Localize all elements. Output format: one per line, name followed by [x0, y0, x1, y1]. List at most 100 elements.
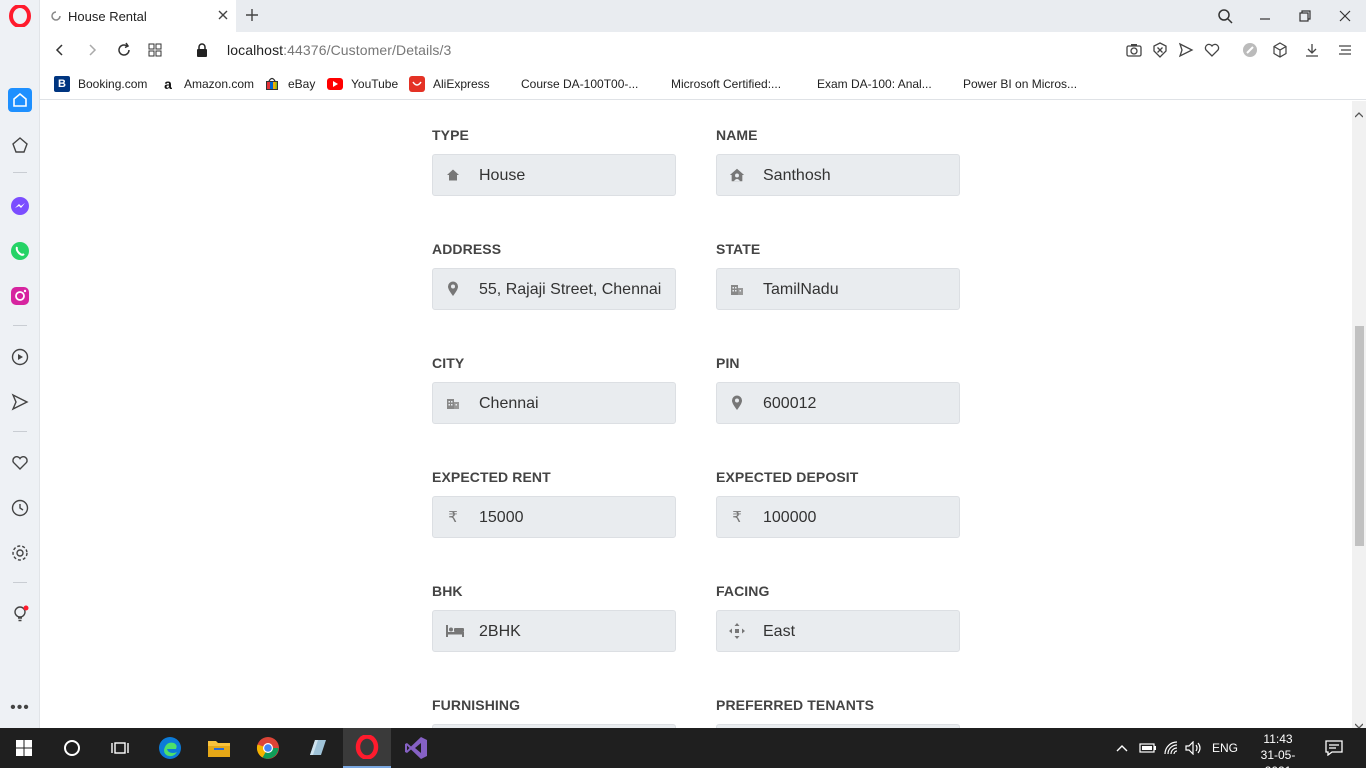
tiles-grid-icon[interactable] [146, 41, 164, 59]
map-marker-icon [445, 281, 461, 297]
ad-blocker-icon[interactable] [1151, 41, 1169, 59]
download-icon[interactable] [1303, 41, 1321, 59]
forward-arrow-icon[interactable] [83, 41, 101, 59]
bookmark-label: Course DA-100T00-... [521, 77, 639, 91]
bookmark-heart-icon[interactable] [1203, 41, 1221, 59]
url-field[interactable]: localhost:44376/Customer/Details/3 [227, 42, 451, 58]
extensions-cube-icon[interactable] [1271, 41, 1289, 59]
send-icon[interactable] [8, 390, 32, 414]
chrome-icon[interactable] [244, 728, 292, 768]
windows-taskbar: ENG 11:43 31-05-2021 [0, 728, 1366, 768]
lock-icon[interactable] [193, 41, 211, 59]
opera-logo-icon[interactable] [8, 4, 32, 28]
field-label-furnishing: FURNISHING [432, 697, 521, 713]
home-icon [445, 167, 461, 183]
bookmark-power-bi[interactable]: Power BI on Micros... [939, 75, 1077, 93]
loading-spinner-icon [50, 10, 62, 22]
wifi-icon[interactable] [1160, 728, 1184, 768]
language-indicator[interactable]: ENG [1212, 741, 1238, 755]
snapshot-camera-icon[interactable] [1125, 41, 1143, 59]
whatsapp-icon[interactable] [8, 239, 32, 263]
tray-expand-chevron-icon[interactable] [1110, 728, 1134, 768]
search-tabs-icon[interactable] [1215, 6, 1235, 26]
bookmark-amazon[interactable]: a Amazon.com [160, 75, 254, 93]
volume-speaker-icon[interactable] [1182, 728, 1206, 768]
tab-title: House Rental [68, 8, 147, 24]
bookmark-label: Booking.com [78, 77, 148, 91]
bookmark-booking[interactable]: B Booking.com [54, 75, 147, 93]
bookmark-aliexpress[interactable]: AliExpress [409, 75, 490, 93]
details-page: TYPE House NAME Santhosh ADDRESS 55, Raj… [40, 101, 1352, 728]
app-notes-icon[interactable] [293, 728, 341, 768]
amazon-icon: a [164, 76, 172, 92]
scroll-down-arrow-icon[interactable] [1354, 716, 1364, 729]
field-expected-deposit: ₹ 100000 [716, 496, 960, 538]
field-label-state: STATE [716, 241, 761, 257]
opera-sidebar: ••• [0, 0, 40, 728]
booking-icon: B [54, 76, 70, 92]
notification-center-icon[interactable] [1318, 728, 1350, 768]
instagram-icon[interactable] [8, 284, 32, 308]
minimize-window-icon[interactable] [1255, 6, 1275, 26]
close-tab-icon[interactable] [216, 8, 230, 22]
pinboard-icon[interactable] [8, 133, 32, 157]
heart-icon[interactable] [8, 451, 32, 475]
field-value-name: Santhosh [763, 167, 831, 184]
messenger-icon[interactable] [8, 194, 32, 218]
scroll-up-arrow-icon[interactable] [1354, 105, 1364, 118]
field-label-city: CITY [432, 355, 465, 371]
rupee-icon: ₹ [732, 509, 742, 526]
bookmark-exam-da100[interactable]: Exam DA-100: Anal... [793, 75, 932, 93]
bookmark-label: Exam DA-100: Anal... [817, 77, 932, 91]
field-facing: East [716, 610, 960, 652]
field-label-expected-rent: EXPECTED RENT [432, 469, 551, 485]
back-arrow-icon[interactable] [51, 41, 69, 59]
field-label-type: TYPE [432, 127, 469, 143]
bookmark-ebay[interactable]: eBay [264, 75, 315, 93]
task-view-icon[interactable] [96, 728, 144, 768]
file-explorer-icon[interactable] [195, 728, 243, 768]
bookmark-label: eBay [288, 77, 316, 91]
field-label-facing: FACING [716, 583, 770, 599]
new-tab-plus-icon[interactable] [244, 7, 260, 23]
visual-studio-icon[interactable] [392, 728, 440, 768]
clock-date: 31-05-2021 [1260, 748, 1296, 768]
city-icon [445, 395, 461, 411]
microsoft-icon [939, 76, 955, 92]
speed-dial-home-icon[interactable] [8, 88, 32, 112]
lightbulb-icon[interactable] [8, 602, 32, 626]
field-pin: 600012 [716, 382, 960, 424]
opera-taskbar-icon[interactable] [343, 728, 391, 768]
bookmark-course-da100[interactable]: Course DA-100T00-... [497, 75, 638, 93]
page-scrollbar[interactable] [1352, 101, 1366, 729]
close-window-icon[interactable] [1335, 6, 1355, 26]
more-dots-icon[interactable]: ••• [8, 696, 32, 720]
bookmark-label: Amazon.com [184, 77, 255, 91]
bookmark-youtube[interactable]: YouTube [327, 75, 398, 93]
microsoft-icon [793, 76, 809, 92]
settings-gear-icon[interactable] [8, 541, 32, 565]
bookmark-microsoft-certified[interactable]: Microsoft Certified:... [647, 75, 781, 93]
tab-house-rental[interactable]: House Rental [40, 0, 236, 32]
scroll-thumb[interactable] [1355, 326, 1364, 546]
compass-arrows-icon [729, 623, 745, 639]
history-clock-icon[interactable] [8, 496, 32, 520]
easy-setup-icon[interactable] [1241, 41, 1259, 59]
microsoft-icon [647, 76, 663, 92]
battery-icon[interactable] [1136, 728, 1160, 768]
url-path: :44376/Customer/Details/3 [283, 42, 452, 58]
field-value-type: House [479, 167, 526, 184]
edge-browser-icon[interactable] [146, 728, 194, 768]
field-city: Chennai [432, 382, 676, 424]
aliexpress-icon [409, 76, 425, 92]
windows-start-icon[interactable] [0, 728, 48, 768]
reload-icon[interactable] [115, 41, 133, 59]
player-icon[interactable] [8, 345, 32, 369]
easy-files-menu-icon[interactable] [1336, 41, 1354, 59]
rupee-icon: ₹ [448, 509, 458, 526]
cortana-search-icon[interactable] [48, 728, 96, 768]
clock[interactable]: 11:43 31-05-2021 [1250, 731, 1306, 768]
field-bhk: 2BHK [432, 610, 676, 652]
flow-send-icon[interactable] [1177, 41, 1195, 59]
restore-window-icon[interactable] [1295, 6, 1315, 26]
